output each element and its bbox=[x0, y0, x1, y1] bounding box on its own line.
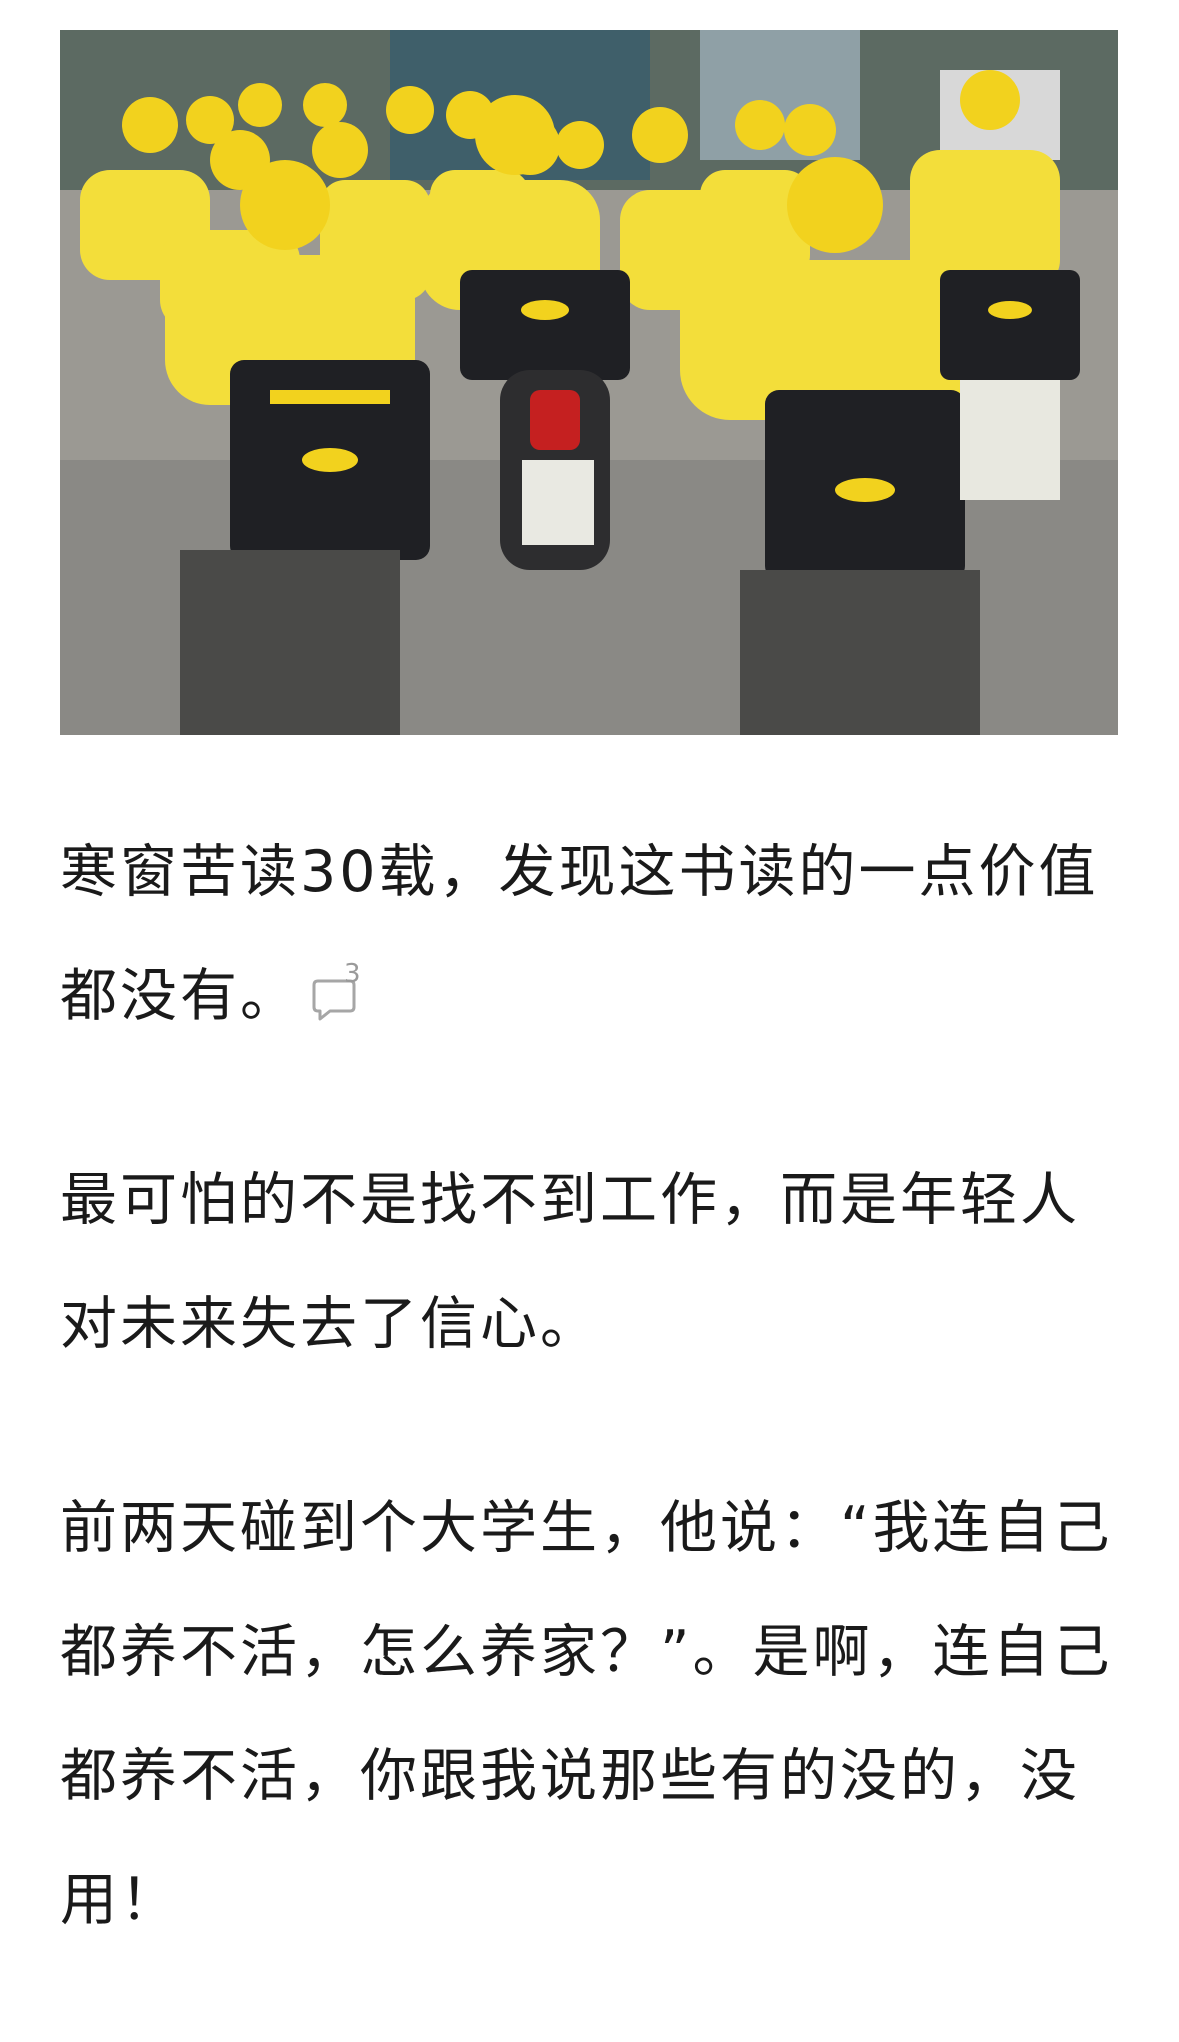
article-body: 寒窗苦读30载，发现这书读的一点价值都没有。 3 最可怕的不是找不到工作，而是年轻… bbox=[60, 810, 1118, 2042]
paragraph-1-text: 寒窗苦读30载，发现这书读的一点价值都没有。 bbox=[60, 839, 1099, 1029]
paragraph-3-text: 前两天碰到个大学生，他说：“我连自己都养不活，怎么养家？”。是啊，连自己都养不活… bbox=[60, 1495, 1113, 1933]
hero-photo bbox=[60, 30, 1118, 735]
delivery-riders-illustration bbox=[60, 30, 1118, 735]
comment-count: 3 bbox=[344, 959, 361, 990]
article-paragraph-3: 前两天碰到个大学生，他说：“我连自己都养不活，怎么养家？”。是啊，连自己都养不活… bbox=[60, 1466, 1118, 1962]
article-paragraph-1: 寒窗苦读30载，发现这书读的一点价值都没有。 3 bbox=[60, 810, 1118, 1058]
article-paragraph-2: 最可怕的不是找不到工作，而是年轻人对未来失去了信心。 bbox=[60, 1138, 1118, 1386]
comment-bubble-icon[interactable]: 3 bbox=[310, 959, 366, 1029]
paragraph-2-text: 最可怕的不是找不到工作，而是年轻人对未来失去了信心。 bbox=[60, 1167, 1080, 1357]
